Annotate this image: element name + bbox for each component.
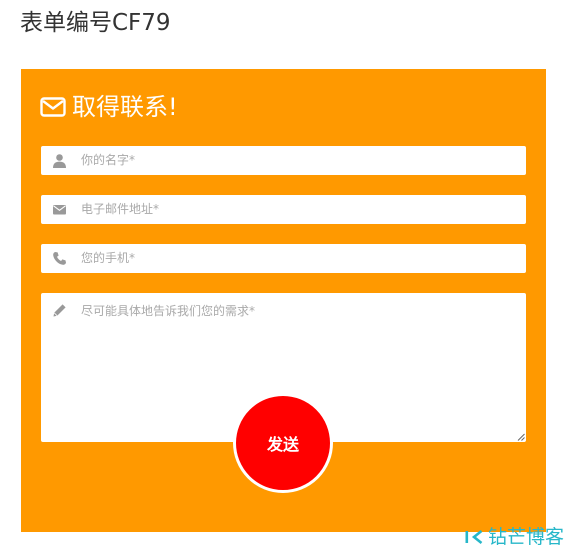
user-icon	[53, 154, 66, 168]
send-button[interactable]: 发送	[233, 393, 333, 493]
email-input[interactable]	[77, 195, 525, 224]
watermark-text: 钻芒博客	[487, 526, 564, 548]
phone-icon	[53, 252, 66, 265]
watermark-logo-icon	[465, 529, 483, 545]
phone-input[interactable]	[77, 244, 525, 273]
contact-form: 取得联系! 发送	[21, 69, 546, 532]
name-field	[41, 146, 526, 175]
name-input[interactable]	[77, 146, 525, 175]
watermark: 钻芒博客	[464, 526, 564, 548]
form-heading: 取得联系!	[40, 91, 178, 123]
envelope-icon	[40, 97, 66, 117]
page-title: 表单编号CF79	[20, 10, 171, 36]
pencil-icon	[53, 304, 66, 317]
phone-field	[41, 244, 526, 273]
resize-grip-icon[interactable]	[516, 432, 525, 441]
form-heading-text: 取得联系!	[72, 93, 178, 121]
email-field	[41, 195, 526, 224]
mail-icon	[53, 205, 66, 215]
